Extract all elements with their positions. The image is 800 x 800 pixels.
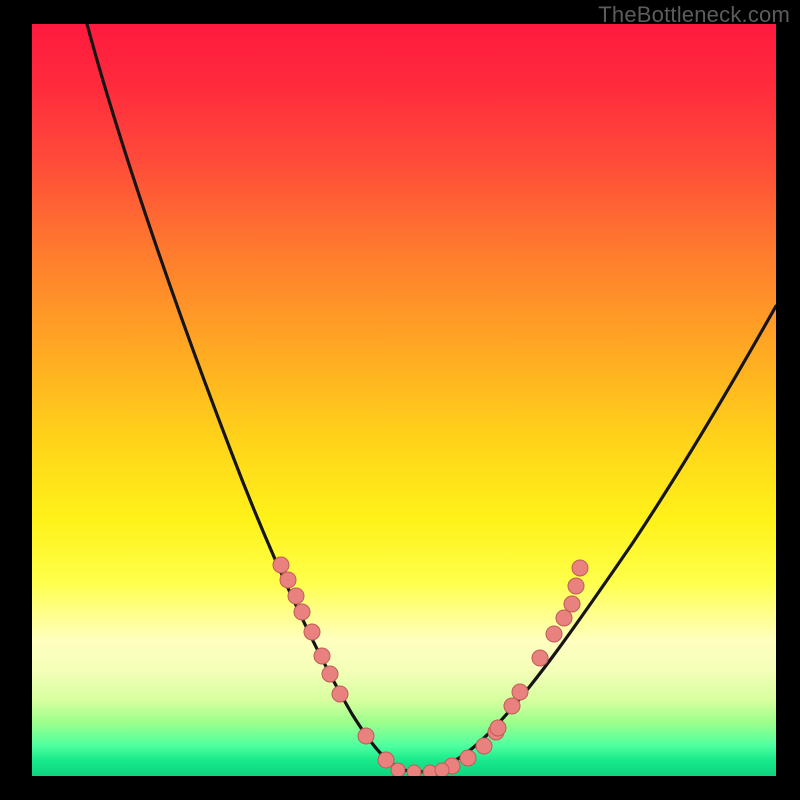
- data-dot: [407, 765, 421, 776]
- data-dot: [314, 648, 330, 664]
- data-dot: [378, 752, 394, 768]
- data-dot: [288, 588, 304, 604]
- watermark-text: TheBottleneck.com: [598, 2, 790, 28]
- data-dot: [391, 763, 405, 776]
- bottleneck-curve: [87, 24, 776, 772]
- data-dot: [504, 698, 520, 714]
- data-dot: [294, 604, 310, 620]
- outer-frame: TheBottleneck.com: [0, 0, 800, 800]
- data-dot: [273, 557, 289, 573]
- data-dot: [322, 666, 338, 682]
- data-dot: [556, 610, 572, 626]
- data-dot: [476, 738, 492, 754]
- data-dot: [532, 650, 548, 666]
- data-dot: [280, 572, 296, 588]
- data-dot: [572, 560, 588, 576]
- data-dot: [304, 624, 320, 640]
- plot-area: [32, 24, 776, 776]
- data-dot: [564, 596, 580, 612]
- data-dot: [490, 720, 506, 736]
- data-dot: [332, 686, 348, 702]
- data-dot: [546, 626, 562, 642]
- data-dot: [568, 578, 584, 594]
- curve-svg: [32, 24, 776, 776]
- data-dot: [460, 750, 476, 766]
- data-dots: [273, 557, 588, 776]
- data-dot: [435, 763, 449, 776]
- data-dot: [512, 684, 528, 700]
- data-dot: [358, 728, 374, 744]
